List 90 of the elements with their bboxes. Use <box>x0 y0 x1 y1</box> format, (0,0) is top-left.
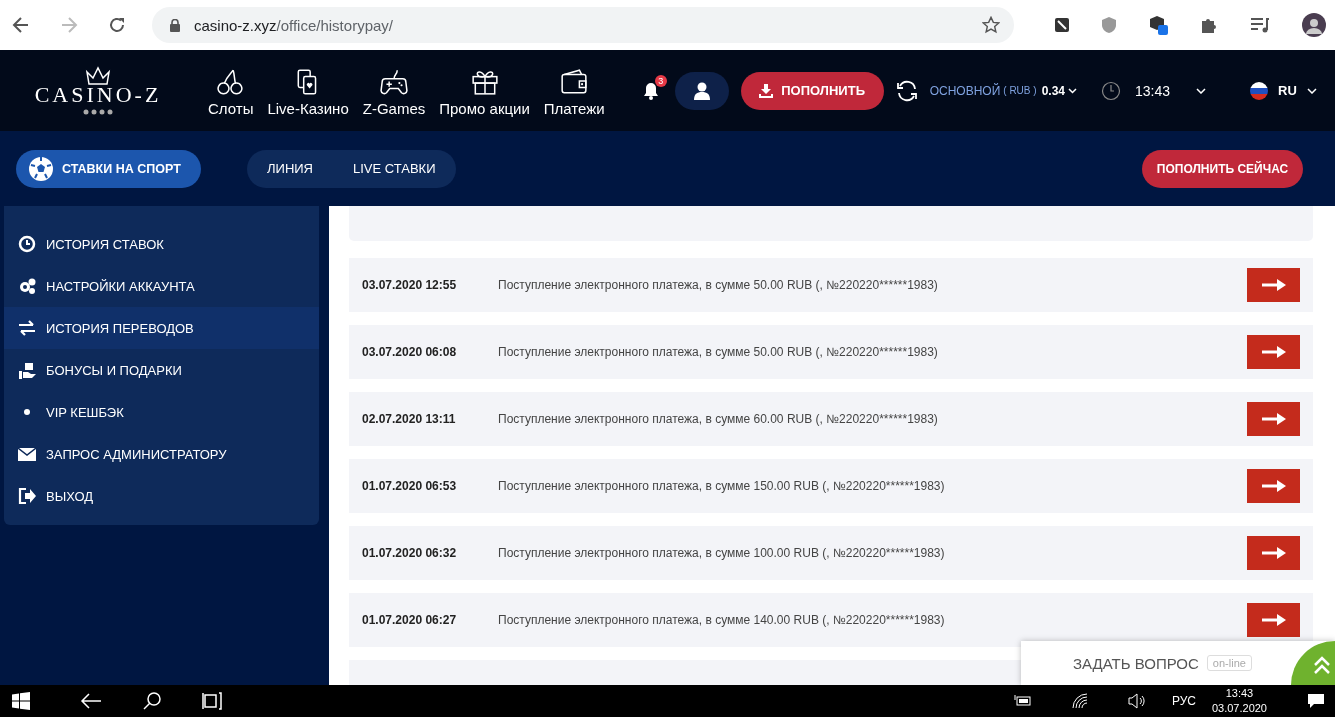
soccer-ball-icon <box>28 155 54 182</box>
language-selector[interactable]: RU <box>1244 80 1323 101</box>
betting-tab[interactable]: LIVE СТАВКИ <box>353 161 436 176</box>
transaction-date: 01.07.2020 06:53 <box>362 479 458 493</box>
task-view-icon[interactable] <box>202 692 222 710</box>
transaction-description: Поступление электронного платежа, в сумме 60.00 RUB (, №220220******1983) <box>498 412 939 426</box>
details-button[interactable] <box>1247 603 1300 637</box>
sidebar-item[interactable]: ИСТОРИЯ СТАВОК <box>4 223 319 265</box>
chevron-down-icon[interactable] <box>1196 87 1207 94</box>
betting-tab[interactable]: ЛИНИЯ <box>267 161 313 176</box>
extension-icon[interactable] <box>1054 17 1070 33</box>
transaction-date: 01.07.2020 06:32 <box>362 546 458 560</box>
account-button[interactable] <box>674 71 729 110</box>
notification-center-icon[interactable] <box>1307 693 1325 709</box>
transaction-description: Поступление электронного платежа, в сумме 100.00 RUB (, №220220******1983) <box>498 546 946 560</box>
chevron-down-icon <box>1068 87 1077 94</box>
envelope-icon <box>18 445 36 463</box>
nav-link[interactable]: Z-Games <box>362 64 426 117</box>
search-icon[interactable] <box>142 691 162 711</box>
flag-icon <box>1250 81 1269 100</box>
online-status: on-line <box>1206 655 1252 671</box>
details-button[interactable] <box>1247 268 1300 302</box>
transaction-description: Поступление электронного платежа, в сумме 50.00 RUB (, №220220******1983) <box>498 345 939 359</box>
casino-logo[interactable]: CASINO-Z <box>32 60 164 121</box>
arrow-right-icon <box>1261 346 1286 358</box>
profile-avatar[interactable] <box>1302 13 1326 37</box>
bell-icon[interactable] <box>642 81 659 100</box>
arrow-right-icon <box>1261 614 1286 626</box>
battery-icon <box>1013 695 1032 707</box>
refresh-icon[interactable] <box>895 79 918 102</box>
gears-icon <box>18 277 36 295</box>
exit-icon <box>18 487 36 505</box>
details-button[interactable] <box>1247 469 1300 503</box>
user-icon <box>693 81 710 100</box>
details-button[interactable] <box>1247 335 1300 369</box>
expand-icon[interactable] <box>1291 641 1335 685</box>
cherry-icon <box>216 68 245 96</box>
wallet-icon <box>560 68 589 96</box>
arrow-right-icon <box>1261 547 1286 559</box>
gift-icon <box>470 68 499 96</box>
gift-hand-icon <box>18 361 36 379</box>
wifi-icon[interactable] <box>1071 693 1088 709</box>
reload-icon[interactable] <box>108 16 126 34</box>
playlist-icon[interactable] <box>1250 17 1270 33</box>
transaction-date: 03.07.2020 12:55 <box>362 278 458 292</box>
arrow-right-icon <box>1261 480 1286 492</box>
deposit-button[interactable]: ПОПОЛНИТЬ <box>740 71 884 110</box>
current-time: 13:43 <box>1135 82 1171 99</box>
arrow-right-icon <box>1261 279 1286 291</box>
shield-icon[interactable] <box>1102 17 1116 33</box>
nav-link[interactable]: Платежи <box>543 64 605 117</box>
deposit-now-button[interactable]: ПОПОЛНИТЬ СЕЙЧАС <box>1142 149 1303 188</box>
cube-icon[interactable] <box>1148 15 1168 35</box>
clock-icon <box>1101 80 1121 101</box>
transaction-date: 02.07.2020 13:11 <box>362 412 457 426</box>
back-icon[interactable] <box>12 16 30 34</box>
lock-icon <box>170 18 180 32</box>
address-bar[interactable]: casino-z.xyz/office/historypay/ <box>152 7 1014 43</box>
arrows-icon <box>18 319 36 337</box>
transaction-date: 01.07.2020 06:27 <box>362 613 458 627</box>
input-language[interactable]: РУС <box>1171 694 1196 708</box>
puzzle-icon[interactable] <box>1200 16 1218 34</box>
chat-widget[interactable]: ЗАДАТЬ ВОПРОС on-line <box>1021 641 1335 685</box>
chevron-down-icon <box>1306 87 1317 94</box>
sidebar-item[interactable]: БОНУСЫ И ПОДАРКИ <box>4 349 319 391</box>
clock-icon <box>18 235 36 253</box>
nav-link[interactable]: Live-Казино <box>267 64 349 117</box>
transaction-description: Поступление электронного платежа, в сумме 150.00 RUB (, №220220******1983) <box>498 479 946 493</box>
arrow-right-icon <box>1261 413 1286 425</box>
star-icon[interactable] <box>982 16 1000 34</box>
details-button[interactable] <box>1247 536 1300 570</box>
sidebar-item[interactable]: ВЫХОД <box>4 475 319 517</box>
volume-icon[interactable] <box>1127 693 1146 709</box>
notification-badge: 3 <box>654 74 667 87</box>
taskbar-clock[interactable]: 13:43 03.07.2020 <box>1211 686 1267 716</box>
windows-start-icon[interactable] <box>12 692 30 710</box>
transaction-description: Поступление электронного платежа, в сумме 50.00 RUB (, №220220******1983) <box>498 278 939 292</box>
transaction-description: Поступление электронного платежа, в сумме 140.00 RUB (, №220220******1983) <box>498 613 946 627</box>
balance-dropdown[interactable]: ОСНОВНОЙ ( RUB ) 0.34 <box>929 83 1089 98</box>
gamepad-icon <box>380 68 408 96</box>
sidebar-item[interactable]: VIP КЕШБЭК <box>4 391 319 433</box>
download-icon <box>759 83 774 98</box>
transaction-date: 03.07.2020 06:08 <box>362 345 458 359</box>
sidebar-item[interactable]: ИСТОРИЯ ПЕРЕВОДОВ <box>4 307 319 349</box>
sports-betting-button[interactable]: СТАВКИ НА СПОРТ <box>16 149 201 188</box>
sidebar-item[interactable]: ЗАПРОС АДМИНИСТРАТОРУ <box>4 433 319 475</box>
nav-link[interactable]: Промо акции <box>439 64 530 117</box>
sidebar-item[interactable]: НАСТРОЙКИ АККАУНТА <box>4 265 319 307</box>
nav-link[interactable]: Слоты <box>208 64 254 117</box>
details-button[interactable] <box>1247 402 1300 436</box>
